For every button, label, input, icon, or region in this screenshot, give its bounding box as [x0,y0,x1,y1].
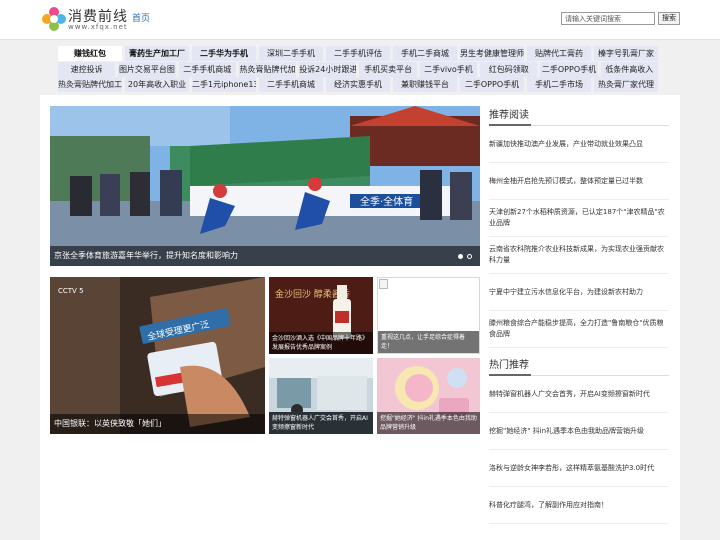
feature-image-large: 全球受理更广泛 CCTV 5 [50,277,265,434]
broken-image-icon [379,279,388,289]
recommended-item-text[interactable]: 滕州粮食综合产能稳步提高，全力打造"鲁南粮仓"优质粮食品牌 [489,318,669,340]
tag-link[interactable]: 热灸膏厂家代理 [594,77,658,92]
tag-link[interactable]: 手机二手市场 [527,77,591,92]
tag-row: 赚钱红包 膏药生产加工厂 二手华为手机 深圳二手手机 二手手机评估 手机二手商城… [58,46,658,61]
hero-banner-text: 全季·全体育 [360,195,413,208]
sidebar: 推荐阅读 新疆加快推动澳产业发展，产业带动就业效果凸显 梅州金柚开启抢先预订模式… [489,106,669,524]
search-input[interactable] [561,12,655,25]
recommended-item[interactable]: 梅州金柚开启抢先预订模式，整体预定量已过半数 [489,163,669,200]
hot-title: 热门推荐 [489,356,669,376]
tag-link[interactable]: 20年高收入职业 [125,77,189,92]
hot-item[interactable]: 挖掘"她经济" 抖in礼遇季本色由我助品牌营销升级 [489,413,669,450]
tag-link[interactable]: 投诉24小时跟进 [299,61,357,77]
feature-caption[interactable]: 挖掘"她经济" 抖in礼遇季本色由我助品牌营销升级 [377,412,480,434]
channel-label: CCTV 5 [58,287,84,295]
feature-tile[interactable]: 重视这几点，让手足综合症得着走！ [377,277,480,354]
hot-item[interactable]: 赫特弹窗机器人广交会首秀，开启AI变频擦窗新时代 [489,376,669,413]
feature-caption[interactable]: 金沙回沙酒入选《中国品牌十年路》发展报告优秀品牌案例 [269,332,373,354]
tag-link[interactable]: 热灸膏贴牌代加工 [58,77,122,92]
hero-caption[interactable]: 京张全季体育旅游嘉年华举行，提升知名度和影响力 [50,246,480,266]
tag-link[interactable]: 二手手机评估 [326,46,390,61]
recommended-item[interactable]: 宁夏中宁建立污水信息化平台，为建设新农村助力 [489,274,669,311]
tag-link[interactable]: 低条件高收入 [600,61,658,77]
feature-tile[interactable]: 金沙回沙 醇柔酱香 金沙回沙酒入选《中国品牌十年路》发展报告优秀品牌案例 [269,277,373,354]
tag-link[interactable]: 二手OPPO手机 [540,61,598,77]
site-logo[interactable]: 消费前线 www.xfqx.net [42,6,127,34]
nav-home-link[interactable]: 首页 [132,11,150,24]
recommended-item-text[interactable]: 梅州金柚开启抢先预订模式，整体预定量已过半数 [489,176,643,187]
hot-item-text[interactable]: 洛秋与逆龄女神李若彤，这样精萃氨基酸洗护3.0时代 [489,463,654,474]
tag-link[interactable]: 榛字号乳膏厂家 [594,46,658,61]
tag-link[interactable]: 二手手机商城 [178,61,236,77]
tag-link[interactable]: 二手OPPO手机 [460,77,524,92]
recommended-item-text[interactable]: 宁夏中宁建立污水信息化平台，为建设新农村助力 [489,287,643,298]
feature-tile[interactable]: 赫特弹窗机器人广交会首秀，开启AI变频擦窗新时代 [269,358,373,434]
tag-link[interactable]: 手机二手商城 [393,46,457,61]
feature-caption-large[interactable]: 中国银联：以英侠致敬「她们」 [50,414,265,434]
hot-item-text[interactable]: 挖掘"她经济" 抖in礼遇季本色由我助品牌营销升级 [489,426,644,437]
tag-row: 速控投诉 图片交易平台图 二手手机商城 热灸膏贴牌代加 投诉24小时跟进 手机买… [58,61,658,77]
tag-link[interactable]: 二手手机商城 [259,77,323,92]
logo-url: www.xfqx.net [68,23,128,31]
feature-tile[interactable]: 挖掘"她经济" 抖in礼遇季本色由我助品牌营销升级 [377,358,480,434]
hot-item[interactable]: 洛秋与逆龄女神李若彤，这样精萃氨基酸洗护3.0时代 [489,450,669,487]
tag-link[interactable]: 二手vivo手机 [419,61,478,77]
tag-link[interactable]: 膏药生产加工厂 [125,46,189,61]
tag-link[interactable]: 赚钱红包 [58,46,122,61]
slider-dot[interactable] [467,254,472,259]
recommended-item[interactable]: 云南省农科院推介农业科技新成果，为实现农业强贡献农科力量 [489,237,669,274]
tag-link[interactable]: 男生考健康管理师 [460,46,524,61]
tag-link[interactable]: 贴牌代工膏药 [527,46,591,61]
hero-slider[interactable]: 全季·全体育 京张全季体育旅游嘉年华举行，提升知名度和影响力 [50,106,480,266]
search-button[interactable]: 搜索 [658,12,680,25]
tag-link[interactable]: 图片交易平台图 [118,61,176,77]
hero-image: 全季·全体育 [50,106,480,266]
tag-link[interactable]: 红包码领取 [480,61,538,77]
tag-link[interactable]: 经济实惠手机 [326,77,390,92]
recommended-title: 推荐阅读 [489,106,669,126]
recommended-item[interactable]: 滕州粮食综合产能稳步提高，全力打造"鲁南粮仓"优质粮食品牌 [489,311,669,348]
recommended-item-text[interactable]: 天津创新27个水稻种质资源，已认定187个"津农精品"农业品牌 [489,207,669,229]
tag-link[interactable]: 速控投诉 [58,61,116,77]
hot-item-text[interactable]: 赫特弹窗机器人广交会首秀，开启AI变频擦窗新时代 [489,389,650,400]
tag-links: 赚钱红包 膏药生产加工厂 二手华为手机 深圳二手手机 二手手机评估 手机二手商城… [58,46,658,93]
feature-caption[interactable]: 重视这几点，让手足综合症得着走！ [378,331,479,353]
feature-caption[interactable]: 赫特弹窗机器人广交会首秀，开启AI变频擦窗新时代 [269,412,373,434]
logo-flower-icon [42,7,66,31]
tag-link[interactable]: 二手华为手机 [192,46,256,61]
slider-dot-active[interactable] [458,254,463,259]
tag-link[interactable]: 热灸膏贴牌代加 [238,61,297,77]
hot-item-text[interactable]: 科普化疗腿湾，了解副作用应对指南！ [489,500,608,511]
feature-tile-large[interactable]: 全球受理更广泛 CCTV 5 中国银联：以英侠致敬「她们」 [50,277,265,434]
tag-row: 热灸膏贴牌代加工 20年高收入职业 二手1元iphone13 二手手机商城 经济… [58,77,658,92]
recommended-item-text[interactable]: 云南省农科院推介农业科技新成果，为实现农业强贡献农科力量 [489,244,669,266]
recommended-item[interactable]: 新疆加快推动澳产业发展，产业带动就业效果凸显 [489,126,669,163]
site-header: 消费前线 www.xfqx.net 首页 搜索 [0,0,720,40]
hot-item[interactable]: 科普化疗腿湾，了解副作用应对指南！ [489,487,669,524]
tag-link[interactable]: 兼职赚钱平台 [393,77,457,92]
recommended-item[interactable]: 天津创新27个水稻种质资源，已认定187个"津农精品"农业品牌 [489,200,669,237]
recommended-item-text[interactable]: 新疆加快推动澳产业发展，产业带动就业效果凸显 [489,139,643,150]
tag-link[interactable]: 深圳二手手机 [259,46,323,61]
slider-dots [454,254,472,259]
tag-link[interactable]: 二手1元iphone13 [192,77,256,92]
tag-link[interactable]: 手机买卖平台 [359,61,417,77]
